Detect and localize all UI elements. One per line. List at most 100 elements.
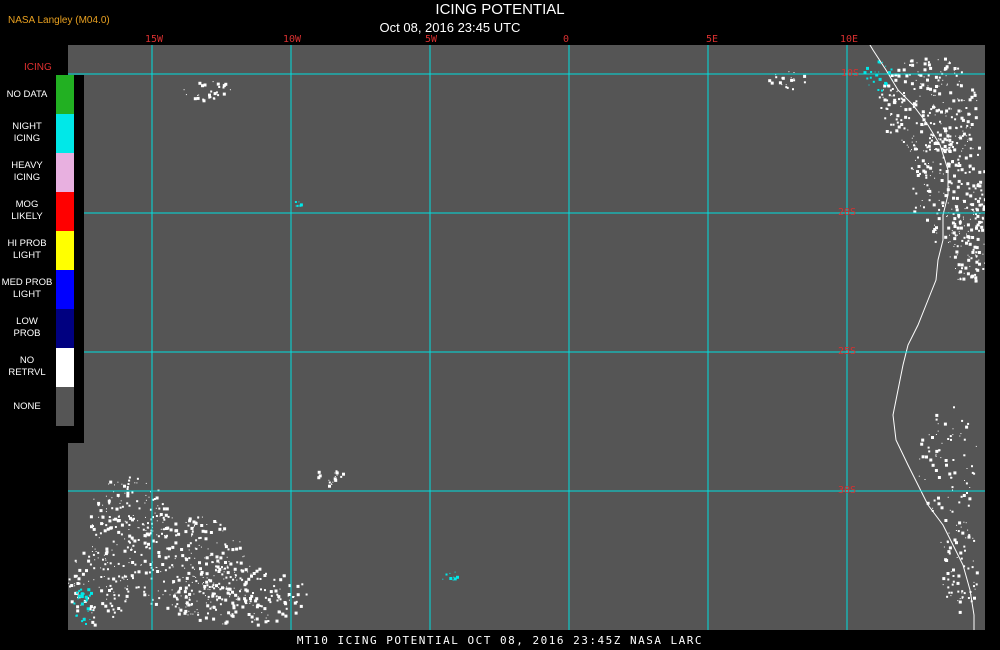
cloud-pixel (73, 574, 77, 578)
cloud-pixel (273, 578, 276, 581)
cloud-pixel (104, 604, 108, 608)
legend-label-line: LIGHT (13, 250, 41, 261)
cloud-pixel (206, 577, 208, 579)
cloud-pixel (332, 481, 334, 483)
cloud-pixel (103, 529, 107, 533)
cloud-pixel (960, 99, 963, 102)
lon-label-5e: 5E (706, 34, 719, 45)
cloud-pixel (218, 597, 219, 599)
cloud-pixel (966, 233, 967, 235)
cloud-pixel (219, 603, 222, 606)
cloud-pixel (236, 604, 239, 607)
cloud-pixel (105, 550, 109, 554)
cloud-pixel (99, 532, 102, 535)
cloud-pixel (212, 617, 216, 621)
cloud-pixel (244, 580, 248, 584)
cloud-pixel (976, 214, 980, 218)
cloud-pixel (948, 186, 950, 188)
cloud-pixel (169, 594, 171, 596)
cloud-pixel (938, 191, 940, 193)
cloud-pixel (76, 609, 80, 613)
cloud-pixel (105, 511, 107, 513)
cloud-pixel (113, 597, 116, 600)
cloud-pixel (920, 123, 922, 124)
cloud-pixel (946, 130, 948, 132)
cloud-pixel (113, 591, 115, 593)
cloud-pixel (941, 83, 943, 85)
cloud-pixel (941, 442, 943, 444)
cloud-pixel (951, 232, 953, 234)
cloud-pixel (971, 465, 973, 468)
cloud-pixel (915, 159, 916, 161)
cloud-pixel (126, 491, 130, 495)
cloud-pixel (136, 500, 139, 503)
cloud-pixel (91, 620, 95, 624)
cloud-pixel (884, 117, 887, 120)
lat-label-20s: 20S (838, 207, 857, 218)
cloud-pixel (928, 450, 931, 453)
cloud-pixel (157, 590, 159, 592)
cloud-pixel (111, 606, 113, 608)
cloud-pixel (123, 484, 126, 488)
cloud-pixel (973, 91, 976, 94)
cloud-pixel (932, 161, 934, 163)
cloud-pixel (188, 557, 191, 560)
cloud-pixel (195, 576, 197, 578)
cloud-pixel (915, 100, 918, 103)
cloud-pixel (205, 595, 206, 597)
cloud-pixel (925, 164, 927, 166)
cloud-pixel (287, 593, 291, 596)
cloud-pixel (101, 602, 105, 606)
cloud-pixel (966, 223, 970, 227)
cloud-pixel (959, 277, 961, 279)
cloud-pixel (187, 524, 190, 527)
cloud-pixel (925, 455, 928, 459)
cloud-pixel (97, 551, 100, 554)
cloud-pixel (955, 126, 958, 129)
cloud-pixel (960, 433, 962, 435)
cloud-pixel (971, 208, 974, 211)
cloud-pixel (206, 584, 209, 587)
lon-label-0: 0 (563, 34, 570, 45)
cloud-pixel (89, 563, 92, 566)
cloud-pixel (880, 107, 883, 109)
cloud-pixel (142, 528, 145, 531)
lon-label-10w: 10W (283, 34, 302, 45)
cloud-pixel (946, 215, 948, 217)
cloud-pixel (265, 572, 267, 575)
cloud-pixel (955, 530, 957, 531)
cloud-pixel (928, 163, 929, 164)
cloud-pixel (90, 591, 93, 595)
cloud-pixel (144, 571, 148, 575)
cloud-pixel (155, 541, 158, 543)
cloud-pixel (92, 527, 96, 531)
cloud-pixel (916, 170, 919, 174)
cloud-pixel (328, 479, 330, 481)
cloud-pixel (198, 94, 200, 96)
cloud-pixel (234, 610, 238, 614)
cloud-pixel (195, 521, 197, 523)
cloud-pixel (926, 190, 929, 193)
cloud-pixel (203, 582, 204, 583)
cloud-pixel (120, 523, 124, 527)
cloud-pixel (187, 571, 191, 575)
cloud-pixel (953, 217, 957, 221)
legend-label-line: NO (19, 355, 35, 366)
cloud-pixel (972, 560, 974, 562)
cloud-pixel (156, 570, 160, 573)
cloud-pixel (216, 559, 220, 563)
cloud-pixel (109, 584, 112, 587)
cloud-pixel (165, 507, 169, 511)
cloud-pixel (191, 530, 194, 533)
cloud-pixel (197, 613, 200, 616)
cloud-pixel (793, 72, 795, 73)
cloud-pixel (100, 567, 102, 569)
cloud-pixel (221, 598, 224, 601)
cloud-pixel (126, 579, 128, 580)
cloud-pixel (185, 601, 189, 605)
cloud-pixel (952, 434, 954, 436)
cloud-pixel (978, 220, 982, 224)
cloud-pixel (221, 551, 225, 555)
cloud-pixel (957, 234, 958, 236)
cloud-pixel (946, 162, 950, 166)
